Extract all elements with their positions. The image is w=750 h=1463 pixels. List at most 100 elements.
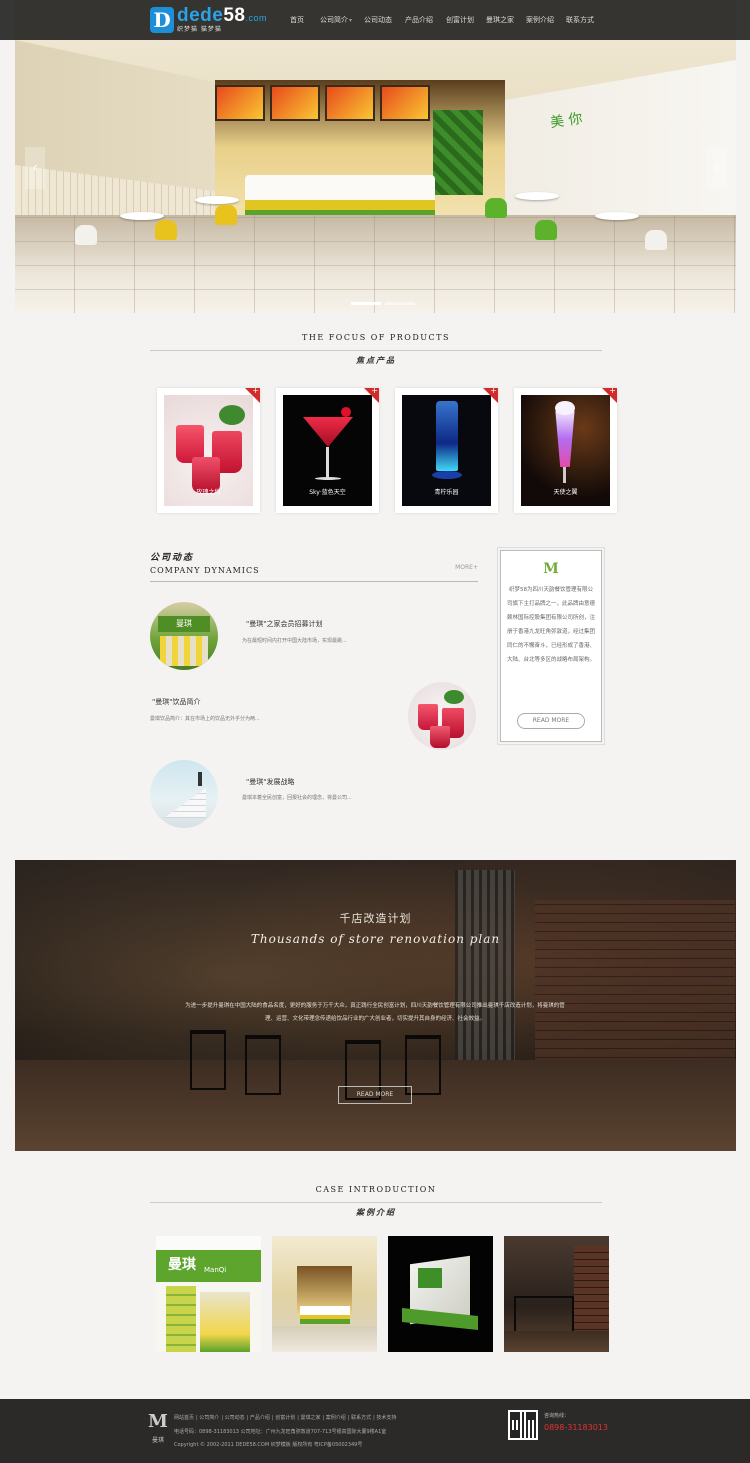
news-desc: 曼琪本着全民创富，回报社会的理念，将曼公司...	[242, 795, 352, 801]
news-title[interactable]: "曼琪"饮品简介	[152, 697, 200, 707]
news-thumb[interactable]	[408, 682, 476, 750]
footer-link[interactable]: 产品介绍	[250, 1415, 270, 1421]
footer-logo: M 曼琪	[148, 1409, 168, 1451]
footer-link[interactable]: 公司动态	[225, 1415, 245, 1421]
plan-chair	[190, 1030, 226, 1090]
logo-tagline: 织梦猫 猫梦猫	[177, 26, 222, 33]
nav-company-intro[interactable]: 公司简介	[314, 15, 358, 25]
news-title[interactable]: "曼琪"之家会员招募计划	[246, 619, 322, 629]
product-card[interactable]: Sky·蓝色天空 +	[276, 386, 379, 513]
case-item[interactable]	[272, 1236, 377, 1352]
banner-table	[515, 192, 559, 200]
news-thumb[interactable]: 曼琪	[150, 602, 218, 670]
plan-chair	[245, 1035, 281, 1095]
plan-read-more-button[interactable]: READ MORE	[338, 1086, 412, 1104]
qr-code-icon	[508, 1410, 538, 1440]
site-logo[interactable]: D dede58.com 织梦猫 猫梦猫	[150, 6, 267, 33]
case-shop-sign: 曼琪	[168, 1257, 196, 1273]
plan-description: 为进一步提升曼琪在中国大陆的食品名度，更好的服务于万千大众，真正践行全民创富计划…	[185, 1003, 565, 1022]
plan-title-en: Thousands of store renovation plan	[250, 932, 501, 946]
footer-link[interactable]: 联系方式	[351, 1415, 371, 1421]
footer-link[interactable]: 曼琪之家	[300, 1415, 320, 1421]
plan-title-cn: 千店改造计划	[339, 912, 412, 925]
plus-icon[interactable]: +	[609, 386, 616, 395]
plus-icon[interactable]: +	[490, 386, 497, 395]
banner-chair	[645, 230, 667, 250]
products-title-en: THE FOCUS OF PRODUCTS	[302, 333, 450, 342]
hotline-label: 咨询热线：	[544, 1413, 570, 1419]
nav-company-news[interactable]: 公司动态	[358, 15, 398, 25]
banner-table	[120, 212, 164, 220]
banner-green-wall	[433, 110, 483, 195]
brand-mark-icon: M	[543, 561, 559, 577]
banner-table	[595, 212, 639, 220]
banner-chair	[155, 220, 177, 240]
nav-cases[interactable]: 案例介绍	[520, 15, 560, 25]
plus-icon[interactable]: +	[252, 386, 259, 395]
nav-products[interactable]: 产品介绍	[398, 15, 440, 25]
nav-wealth-plan[interactable]: 创富计划	[440, 15, 480, 25]
products-section-title: THE FOCUS OF PRODUCTS 焦点产品	[150, 333, 602, 370]
site-header: D dede58.com 织梦猫 猫梦猫 首页 公司简介 公司动态 产品介绍 创…	[0, 0, 750, 40]
footer-brand-mark-icon: M	[148, 1411, 168, 1432]
footer-links: 网站首页 | 公司简介 | 公司动态 | 产品介绍 | 创富计划 | 曼琪之家 | 案例介绍…	[174, 1415, 397, 1421]
nav-home[interactable]: 首页	[280, 15, 314, 25]
renovation-plan-section: 千店改造计划 Thousands of store renovation pla…	[15, 860, 736, 1151]
case-list: 曼琪 ManQi	[156, 1236, 609, 1352]
nav-contact[interactable]: 联系方式	[560, 15, 600, 25]
banner-chair	[485, 198, 507, 218]
about-card: M 织梦58为四川天韵餐饮管理有限公司旗下主打品牌之一，此品牌由意德赖林国际控股…	[497, 547, 605, 745]
banner-menu-screens	[215, 85, 430, 121]
case-item[interactable]: 曼琪 ManQi	[156, 1236, 261, 1352]
logo-d-icon: D	[150, 6, 174, 33]
news-thumb[interactable]	[150, 760, 218, 828]
hotline-number[interactable]: 0898-31183013	[544, 1423, 608, 1432]
hero-banner[interactable]: 美 你 ‹ ›	[15, 0, 736, 313]
banner-chair	[215, 205, 237, 225]
dynamics-title-cn: 公司动态	[150, 553, 195, 563]
case-item[interactable]	[504, 1236, 609, 1352]
dynamics-header: 公司动态 COMPANY DYNAMICS MORE+	[150, 550, 478, 582]
dynamics-more-link[interactable]: MORE+	[455, 564, 478, 571]
banner-dot[interactable]	[351, 302, 381, 305]
product-caption: 玫瑰之约	[196, 489, 221, 496]
banner-pagination	[351, 302, 415, 305]
about-read-more-button[interactable]: READ MORE	[517, 713, 585, 729]
dynamics-title-en: COMPANY DYNAMICS	[150, 566, 260, 575]
footer-copyright: Copyright © 2002-2011 DEDE58.COM 织梦模板 版权…	[174, 1442, 363, 1448]
cases-title-cn: 案例介绍	[348, 1207, 404, 1218]
products-title-cn: 焦点产品	[348, 355, 404, 366]
product-caption: Sky·蓝色天空	[309, 489, 346, 496]
footer-link[interactable]: 创富计划	[275, 1415, 295, 1421]
banner-floor	[15, 215, 736, 313]
banner-next-icon[interactable]: ›	[707, 147, 727, 189]
case-item[interactable]	[388, 1236, 493, 1352]
footer-contact: 电话号码：0898-31183013 公司地址：广州九龙旺角弥敦道707-713…	[174, 1429, 387, 1435]
product-caption: 天使之翼	[553, 489, 578, 496]
product-list: 玫瑰之约 + Sky·蓝色天空 + 青柠乐园 + 天使之翼 +	[157, 386, 617, 513]
product-card[interactable]: 青柠乐园 +	[395, 386, 498, 513]
footer-link[interactable]: 技术支持	[376, 1415, 396, 1421]
main-nav: 首页 公司简介 公司动态 产品介绍 创富计划 曼琪之家 案例介绍 联系方式	[280, 0, 600, 40]
news-desc: 曼琪饮品简介：其在市场上的饮品无外乎分为两...	[150, 716, 260, 722]
banner-chair	[535, 220, 557, 240]
product-card[interactable]: 玫瑰之约 +	[157, 386, 260, 513]
footer-link[interactable]: 公司简介	[199, 1415, 219, 1421]
footer-brand-name: 曼琪	[151, 1437, 164, 1444]
product-card[interactable]: 天使之翼 +	[514, 386, 617, 513]
about-text: 织梦58为四川天韵餐饮管理有限公司旗下主打品牌之一，此品牌由意德赖林国际控股集团…	[507, 587, 596, 663]
news-title[interactable]: "曼琪"发展战略	[246, 777, 294, 787]
logo-wordmark: dede58.com	[177, 5, 268, 26]
banner-table	[195, 196, 239, 204]
footer-link[interactable]: 网站首页	[174, 1415, 194, 1421]
site-footer: M 曼琪 网站首页 | 公司简介 | 公司动态 | 产品介绍 | 创富计划 | 曼琪之家 |…	[0, 1399, 750, 1463]
cases-title-en: CASE INTRODUCTION	[315, 1185, 437, 1194]
news-desc: 为在最短时间内打开中国大陆市场，实现最跳...	[242, 638, 347, 644]
nav-manqi-home[interactable]: 曼琪之家	[480, 15, 520, 25]
case-shop-sign-en: ManQi	[204, 1266, 227, 1274]
footer-link[interactable]: 案例介绍	[326, 1415, 346, 1421]
banner-dot[interactable]	[385, 302, 415, 305]
product-caption: 青柠乐园	[434, 489, 459, 496]
plus-icon[interactable]: +	[371, 386, 378, 395]
banner-prev-icon[interactable]: ‹	[25, 147, 45, 189]
